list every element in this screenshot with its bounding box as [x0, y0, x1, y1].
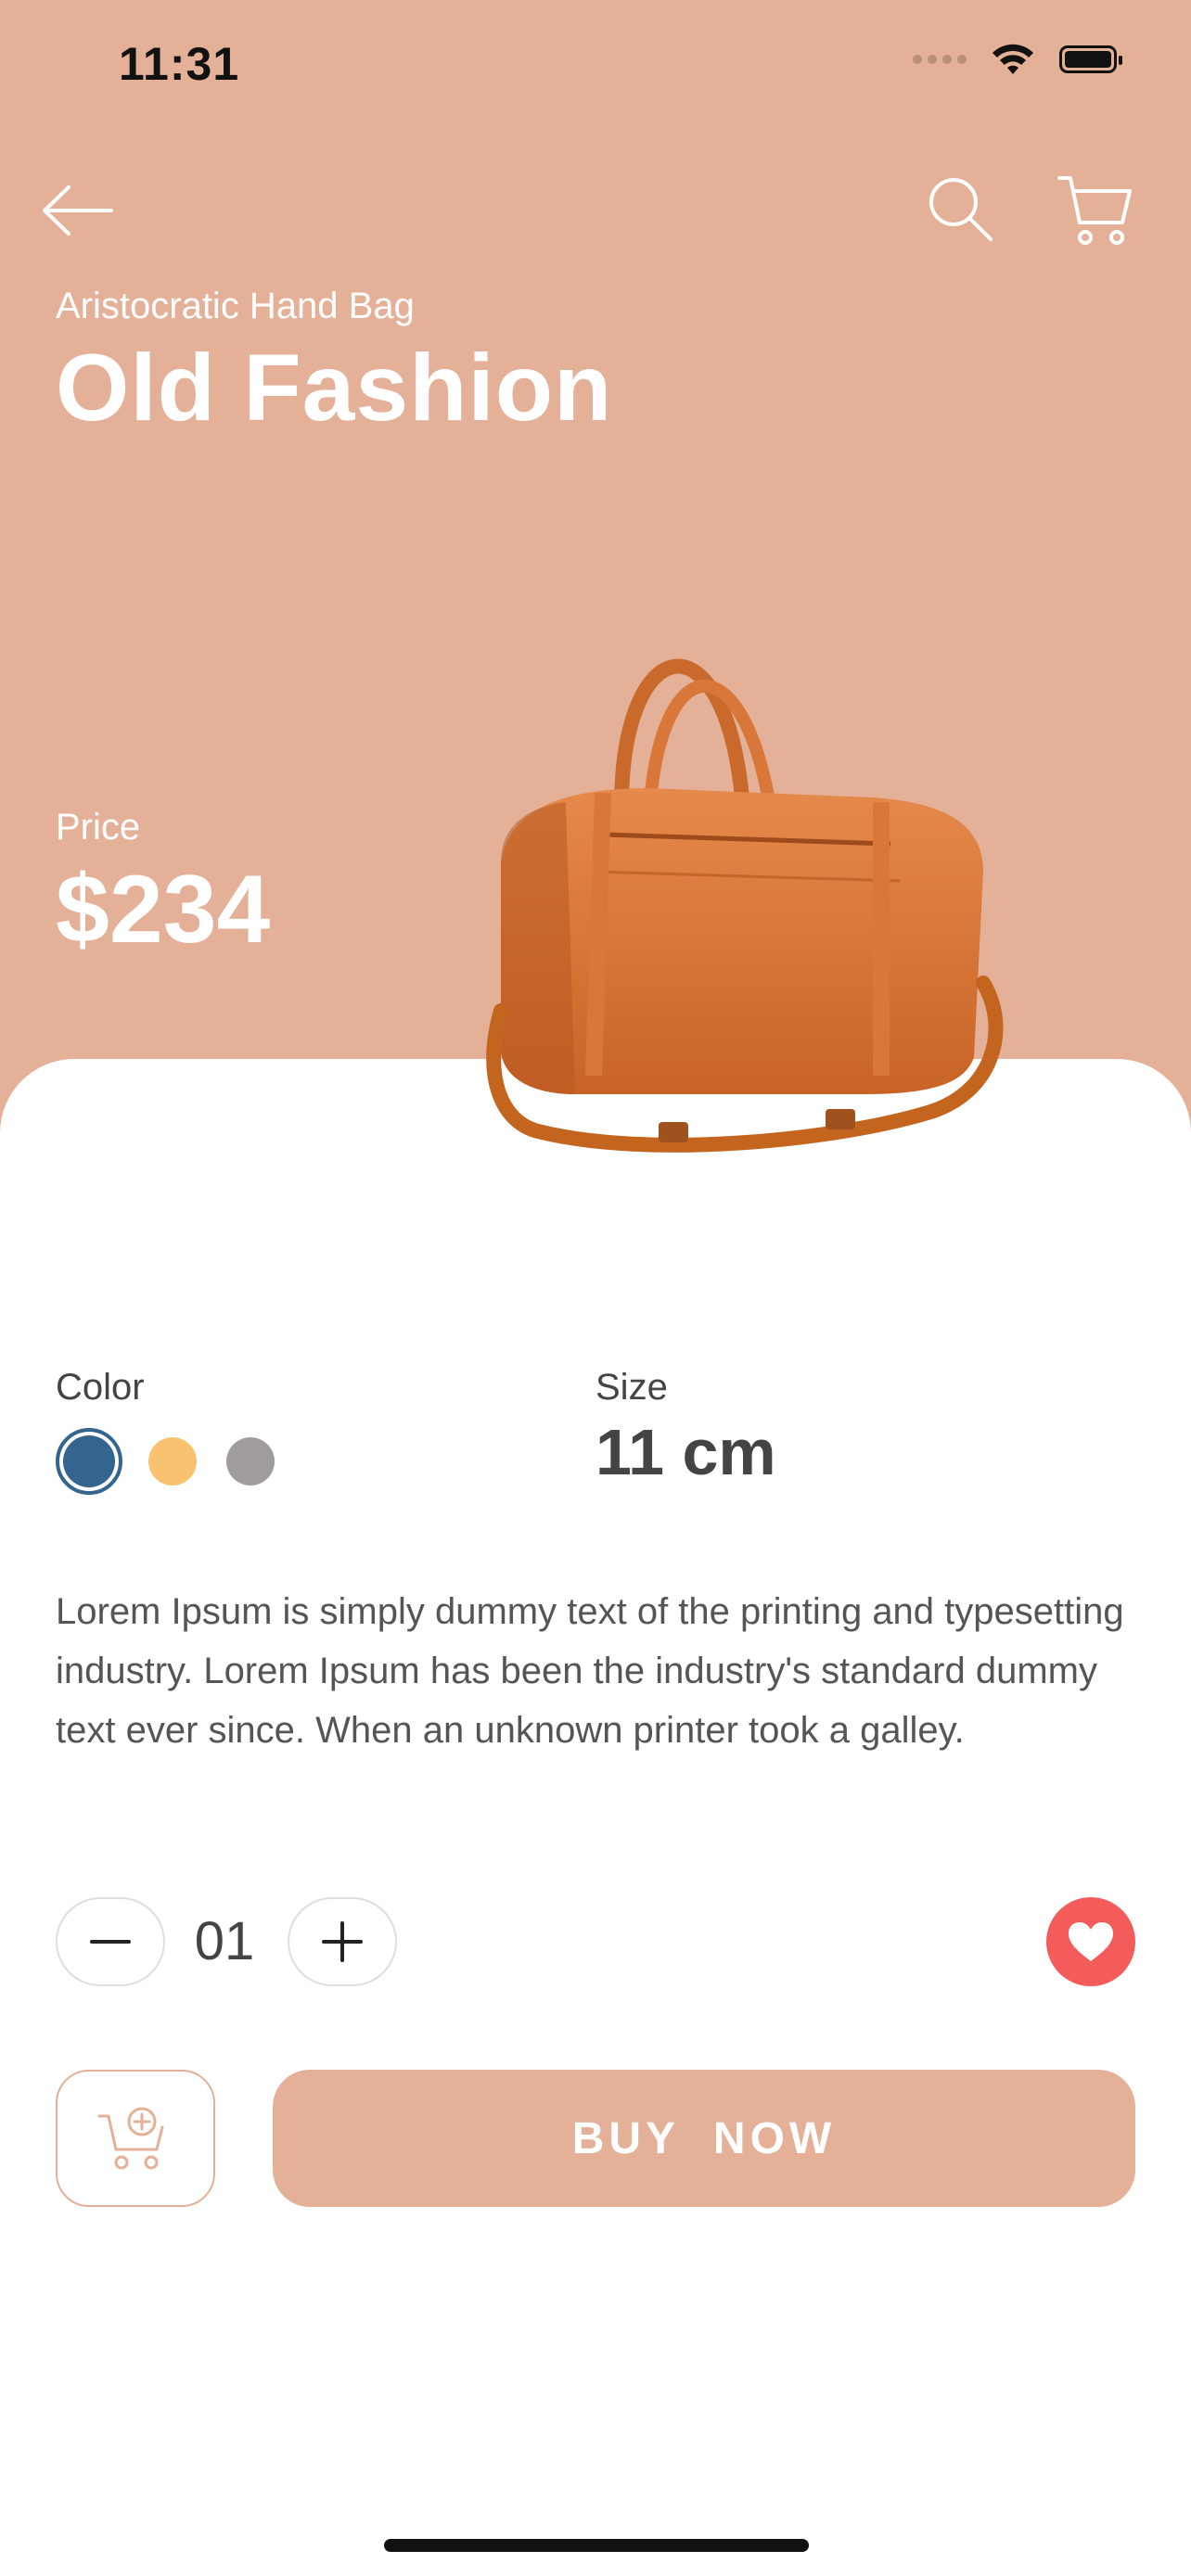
- color-swatch-blue-fill: [63, 1435, 115, 1487]
- status-time: 11:31: [119, 38, 240, 90]
- buy-now-button[interactable]: BUY NOW: [273, 2070, 1135, 2207]
- search-button[interactable]: [924, 172, 998, 247]
- color-swatch-gray[interactable]: [226, 1437, 275, 1486]
- cart-button[interactable]: [1056, 171, 1135, 249]
- price-label: Price: [56, 807, 141, 848]
- color-swatch-blue[interactable]: [56, 1428, 122, 1495]
- product-title: Old Fashion: [56, 335, 613, 440]
- decrease-quantity-button[interactable]: [56, 1897, 165, 1986]
- product-description: Lorem Ipsum is simply dummy text of the …: [56, 1591, 1124, 1751]
- home-indicator: [384, 2539, 809, 2552]
- back-button[interactable]: [41, 178, 115, 243]
- increase-quantity-button[interactable]: [288, 1897, 397, 1986]
- product-image: [486, 658, 1004, 1153]
- add-to-cart-button[interactable]: [56, 2070, 215, 2207]
- favorite-button[interactable]: [1046, 1897, 1135, 1986]
- wifi-icon: [992, 44, 1033, 74]
- cellular-signal-icon: [913, 55, 967, 64]
- color-swatch-yellow[interactable]: [148, 1437, 197, 1486]
- color-swatches: [56, 1428, 275, 1495]
- cart-plus-icon: [97, 2107, 164, 2170]
- battery-icon: [1059, 45, 1122, 73]
- arrow-left-icon: [43, 185, 113, 236]
- heart-icon: [1069, 1922, 1113, 1961]
- price-value: $234: [56, 856, 271, 963]
- quantity-value: 01: [194, 1911, 255, 1971]
- plus-icon: [322, 1921, 363, 1962]
- search-icon: [929, 178, 992, 241]
- minus-icon: [90, 1940, 131, 1944]
- cart-icon: [1057, 176, 1132, 245]
- status-icons: [913, 43, 1122, 76]
- size-label: Size: [596, 1367, 668, 1408]
- color-label: Color: [56, 1367, 145, 1408]
- details-sheet: [0, 1059, 1191, 2576]
- size-value: 11 cm: [596, 1416, 776, 1488]
- product-category: Aristocratic Hand Bag: [56, 286, 415, 326]
